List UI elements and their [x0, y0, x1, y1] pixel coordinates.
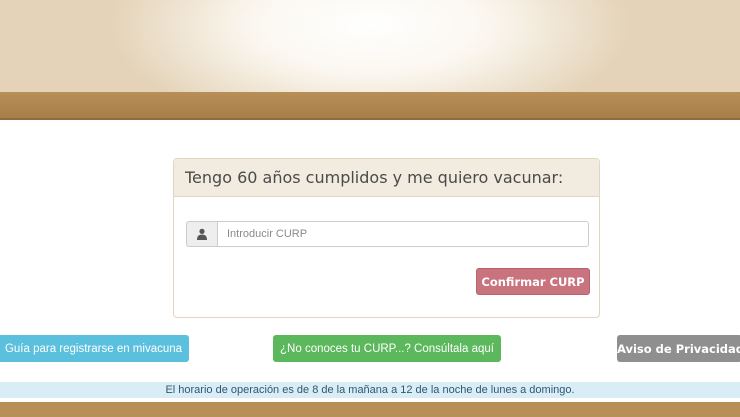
operating-hours-notice: El horario de operación es de 8 de la ma…	[0, 382, 740, 398]
vaccine-registration-panel: Tengo 60 años cumplidos y me quiero vacu…	[173, 158, 600, 318]
privacy-notice-button[interactable]: Aviso de Privacidad	[617, 335, 740, 362]
panel-title: Tengo 60 años cumplidos y me quiero vacu…	[174, 159, 599, 197]
curp-input[interactable]	[217, 221, 589, 247]
user-icon	[186, 221, 217, 247]
footer-band	[0, 402, 740, 417]
curp-input-group	[186, 221, 589, 247]
header-band	[0, 92, 740, 120]
hero-banner	[0, 0, 740, 92]
curp-lookup-button[interactable]: ¿No conoces tu CURP...? Consúltala aquí	[273, 335, 501, 362]
registration-guide-button[interactable]: Guía para registrarse en mivacuna	[0, 335, 189, 362]
confirm-curp-button[interactable]: Confirmar CURP	[476, 268, 590, 295]
